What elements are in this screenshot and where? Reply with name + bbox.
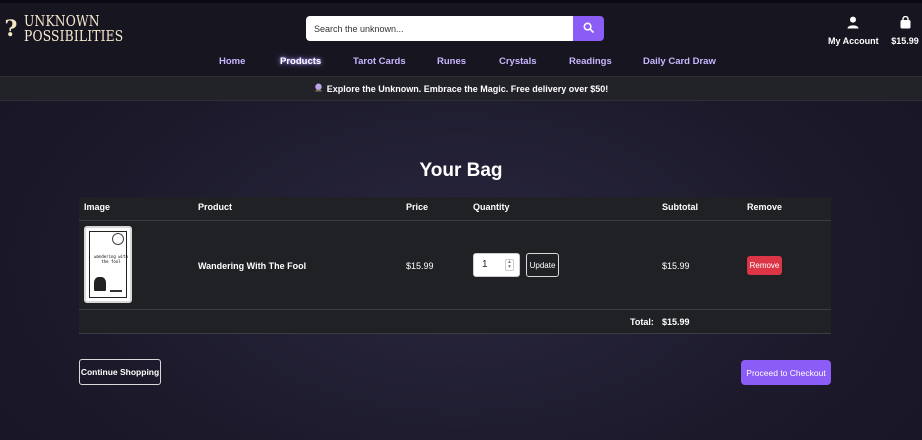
header-product: Product: [198, 202, 233, 212]
nav-item-tarot-cards[interactable]: Tarot Cards: [353, 56, 406, 67]
nav-item-products[interactable]: Products: [280, 56, 321, 67]
search-bar: [306, 16, 604, 41]
update-button[interactable]: Update: [526, 253, 559, 277]
cart-link[interactable]: $15.99: [888, 15, 922, 46]
thumbnail-title: wandering with the fool: [94, 254, 128, 264]
search-input[interactable]: [306, 16, 573, 41]
search-icon: [583, 21, 594, 36]
crystal-ball-icon: [314, 83, 323, 94]
header-remove: Remove: [747, 202, 783, 212]
main-nav: Home Products Tarot Cards Runes Crystals…: [0, 56, 922, 70]
logo-mark-icon: ?: [4, 16, 18, 42]
product-thumbnail[interactable]: wandering with the fool: [84, 226, 132, 303]
header-price: Price: [406, 202, 429, 212]
header-quantity: Quantity: [473, 202, 510, 212]
cart-total: $15.99: [891, 36, 919, 46]
header-image: Image: [84, 202, 111, 212]
product-subtotal: $15.99: [662, 261, 690, 271]
my-account-link[interactable]: My Account: [828, 16, 879, 46]
nav-item-home[interactable]: Home: [219, 56, 245, 67]
brand-name: UNKNOWN POSSIBILITIES: [24, 14, 145, 44]
nav-item-readings[interactable]: Readings: [569, 56, 612, 67]
promo-text: Explore the Unknown. Embrace the Magic. …: [326, 83, 609, 94]
shopping-bag-icon: [900, 15, 911, 33]
header: ? UNKNOWN POSSIBILITIES My Account $15.9…: [0, 0, 922, 76]
divider: [79, 220, 831, 221]
quantity-spinner-icon[interactable]: ▲ ▼: [505, 259, 514, 271]
nav-item-runes[interactable]: Runes: [437, 56, 466, 67]
continue-shopping-button[interactable]: Continue Shopping: [79, 359, 161, 385]
promo-banner: Explore the Unknown. Embrace the Magic. …: [0, 76, 922, 101]
divider: [79, 309, 831, 310]
quantity-value: 1: [482, 259, 488, 270]
brand-logo[interactable]: ? UNKNOWN POSSIBILITIES: [0, 11, 145, 47]
page-title: Your Bag: [419, 160, 503, 181]
my-account-label: My Account: [828, 36, 879, 46]
nav-item-crystals[interactable]: Crystals: [499, 56, 537, 67]
remove-button[interactable]: Remove: [747, 256, 782, 275]
brand-line2: POSSIBILITIES: [24, 27, 124, 45]
product-price: $15.99: [406, 261, 434, 271]
proceed-to-checkout-button[interactable]: Proceed to Checkout: [741, 360, 831, 385]
product-name[interactable]: Wandering With The Fool: [198, 261, 306, 271]
nav-item-daily-card-draw[interactable]: Daily Card Draw: [643, 56, 716, 67]
total-label: Total:: [630, 317, 654, 327]
user-icon: [847, 16, 859, 33]
cart-table: Image Product Price Quantity Subtotal Re…: [79, 197, 831, 334]
total-value: $15.99: [662, 317, 690, 327]
quantity-input[interactable]: 1 ▲ ▼: [473, 253, 520, 277]
divider: [79, 333, 831, 334]
search-button[interactable]: [573, 16, 604, 41]
header-subtotal: Subtotal: [662, 202, 698, 212]
